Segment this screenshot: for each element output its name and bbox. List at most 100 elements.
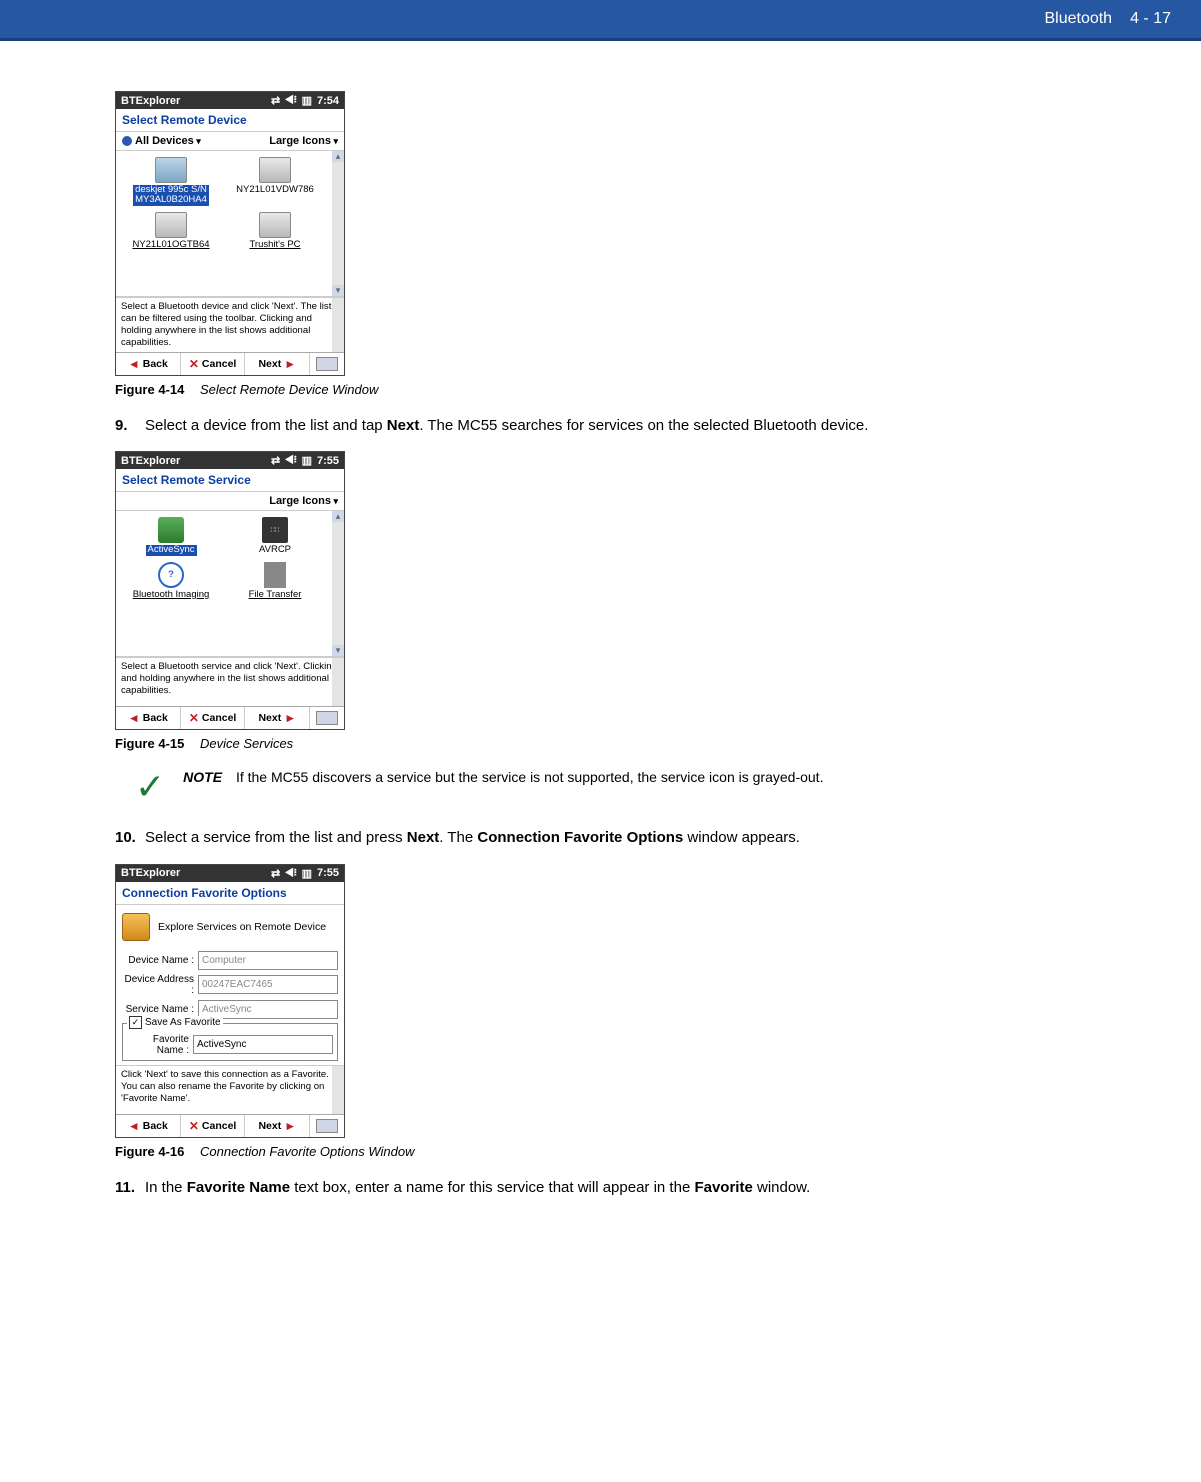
favorite-name-label: Favorite Name : bbox=[127, 1034, 189, 1056]
hint-text: Select a Bluetooth service and click 'Ne… bbox=[116, 657, 344, 706]
figure-label: Figure 4-16 bbox=[115, 1144, 184, 1159]
device-item-laptop[interactable]: NY21L01VDW786 bbox=[224, 157, 326, 206]
service-list: ActiveSync ∷∷ AVRCP ? Bluetooth Imaging … bbox=[116, 511, 344, 657]
step-number: 10. bbox=[115, 827, 145, 850]
checkmark-icon: ✓ bbox=[135, 769, 165, 805]
device-name-row: Device Name : bbox=[122, 951, 338, 970]
clock-text: 7:55 bbox=[317, 867, 339, 879]
window-subtitle: Select Remote Service bbox=[116, 469, 344, 492]
keyboard-icon bbox=[316, 1119, 338, 1133]
keyboard-button[interactable] bbox=[310, 707, 344, 729]
status-icons: ⇄ ◀፧ ▥ 7:55 bbox=[271, 454, 339, 467]
scrollbar[interactable]: ▴▾ bbox=[332, 151, 344, 296]
step-number: 9. bbox=[115, 415, 145, 438]
volume-icon: ◀፧ bbox=[285, 867, 296, 880]
next-button[interactable]: Next► bbox=[245, 353, 310, 375]
window-titlebar: BTExplorer ⇄ ◀፧ ▥ 7:55 bbox=[116, 865, 344, 882]
step-body: Select a device from the list and tap Ne… bbox=[145, 415, 1086, 438]
app-title: BTExplorer bbox=[121, 867, 180, 879]
service-name-label: Service Name : bbox=[122, 1004, 194, 1015]
step-body: In the Favorite Name text box, enter a n… bbox=[145, 1177, 1086, 1200]
figure-label: Figure 4-15 bbox=[115, 736, 184, 751]
service-item-filetransfer[interactable]: File Transfer bbox=[224, 562, 326, 600]
app-title: BTExplorer bbox=[121, 95, 180, 107]
header-page: 4 - 17 bbox=[1130, 10, 1171, 28]
explore-row: Explore Services on Remote Device bbox=[122, 913, 338, 941]
service-item-activesync[interactable]: ActiveSync bbox=[120, 517, 222, 555]
cancel-button[interactable]: ✕Cancel bbox=[181, 353, 246, 375]
back-button[interactable]: ◄Back bbox=[116, 353, 181, 375]
x-icon: ✕ bbox=[189, 1119, 199, 1133]
device-item-printer[interactable]: deskjet 995c S/N MY3AL0B20HA4 bbox=[120, 157, 222, 206]
service-item-avrcp[interactable]: ∷∷ AVRCP bbox=[224, 517, 326, 555]
next-button[interactable]: Next► bbox=[245, 707, 310, 729]
header-section: Bluetooth bbox=[1044, 10, 1112, 28]
device-address-label: Device Address : bbox=[122, 974, 194, 996]
window-titlebar: BTExplorer ⇄ ◀፧ ▥ 7:55 bbox=[116, 452, 344, 469]
battery-icon: ▥ bbox=[302, 94, 312, 107]
window-subtitle: Connection Favorite Options bbox=[116, 882, 344, 905]
device-name-field bbox=[198, 951, 338, 970]
scrollbar[interactable] bbox=[332, 1066, 344, 1114]
device-item-laptop[interactable]: NY21L01OGTB64 bbox=[120, 212, 222, 250]
save-as-favorite-checkbox[interactable]: ✓ bbox=[129, 1016, 142, 1029]
select-remote-device-window: BTExplorer ⇄ ◀፧ ▥ 7:54 Select Remote Dev… bbox=[115, 91, 345, 376]
service-label: Bluetooth Imaging bbox=[120, 590, 222, 600]
step-9: 9. Select a device from the list and tap… bbox=[115, 415, 1086, 438]
laptop-icon bbox=[259, 157, 291, 183]
view-toolbar: Large Icons bbox=[116, 492, 344, 511]
arrow-left-icon: ◄ bbox=[128, 711, 140, 725]
view-mode-dropdown[interactable]: Large Icons bbox=[269, 495, 338, 507]
hint-content: Click 'Next' to save this connection as … bbox=[121, 1069, 329, 1104]
device-address-field bbox=[198, 975, 338, 994]
service-label: File Transfer bbox=[224, 590, 326, 600]
save-as-favorite-label: Save As Favorite bbox=[145, 1017, 221, 1028]
hint-content: Select a Bluetooth service and click 'Ne… bbox=[121, 661, 337, 696]
bottom-bar: ◄Back ✕Cancel Next► bbox=[116, 706, 344, 729]
scrollbar[interactable]: ▴▾ bbox=[332, 511, 344, 656]
select-remote-service-window: BTExplorer ⇄ ◀፧ ▥ 7:55 Select Remote Ser… bbox=[115, 451, 345, 730]
hint-text: Select a Bluetooth device and click 'Nex… bbox=[116, 297, 344, 352]
avrcp-icon: ∷∷ bbox=[262, 517, 288, 543]
all-devices-dropdown[interactable]: All Devices bbox=[122, 135, 201, 147]
step-number: 11. bbox=[115, 1177, 145, 1200]
window-subtitle: Select Remote Device bbox=[116, 109, 344, 132]
connectivity-icon: ⇄ bbox=[271, 454, 280, 467]
device-item-laptop[interactable]: Trushit's PC bbox=[224, 212, 326, 250]
save-as-favorite-legend: ✓ Save As Favorite bbox=[127, 1016, 223, 1029]
keyboard-icon bbox=[316, 357, 338, 371]
next-button[interactable]: Next► bbox=[245, 1115, 310, 1137]
laptop-icon bbox=[155, 212, 187, 238]
status-icons: ⇄ ◀፧ ▥ 7:54 bbox=[271, 94, 339, 107]
favorite-name-field[interactable] bbox=[193, 1035, 333, 1054]
scrollbar[interactable] bbox=[332, 298, 344, 352]
window-titlebar: BTExplorer ⇄ ◀፧ ▥ 7:54 bbox=[116, 92, 344, 109]
scrollbar[interactable] bbox=[332, 658, 344, 706]
view-mode-dropdown[interactable]: Large Icons bbox=[269, 135, 338, 147]
step-11: 11. In the Favorite Name text box, enter… bbox=[115, 1177, 1086, 1200]
device-label: MY3AL0B20HA4 bbox=[133, 195, 209, 205]
page-header: Bluetooth 4 - 17 bbox=[0, 0, 1201, 41]
figure-caption: Figure 4-14 Select Remote Device Window bbox=[115, 382, 1086, 397]
keyboard-button[interactable] bbox=[310, 1115, 344, 1137]
volume-icon: ◀፧ bbox=[285, 454, 296, 467]
cancel-button[interactable]: ✕Cancel bbox=[181, 707, 246, 729]
back-button[interactable]: ◄Back bbox=[116, 1115, 181, 1137]
arrow-left-icon: ◄ bbox=[128, 357, 140, 371]
back-button[interactable]: ◄Back bbox=[116, 707, 181, 729]
cancel-button[interactable]: ✕Cancel bbox=[181, 1115, 246, 1137]
app-title: BTExplorer bbox=[121, 455, 180, 467]
explore-icon bbox=[122, 913, 150, 941]
status-icons: ⇄ ◀፧ ▥ 7:55 bbox=[271, 867, 339, 880]
figure-title: Connection Favorite Options Window bbox=[200, 1144, 415, 1159]
arrow-right-icon: ► bbox=[284, 357, 296, 371]
figure-title: Device Services bbox=[200, 736, 293, 751]
hint-content: Select a Bluetooth device and click 'Nex… bbox=[121, 301, 331, 348]
keyboard-button[interactable] bbox=[310, 353, 344, 375]
service-item-imaging[interactable]: ? Bluetooth Imaging bbox=[120, 562, 222, 600]
printer-icon bbox=[155, 157, 187, 183]
save-as-favorite-group: ✓ Save As Favorite Favorite Name : bbox=[122, 1023, 338, 1061]
x-icon: ✕ bbox=[189, 711, 199, 725]
device-list: deskjet 995c S/N MY3AL0B20HA4 NY21L01VDW… bbox=[116, 151, 344, 297]
explore-label: Explore Services on Remote Device bbox=[158, 921, 326, 933]
